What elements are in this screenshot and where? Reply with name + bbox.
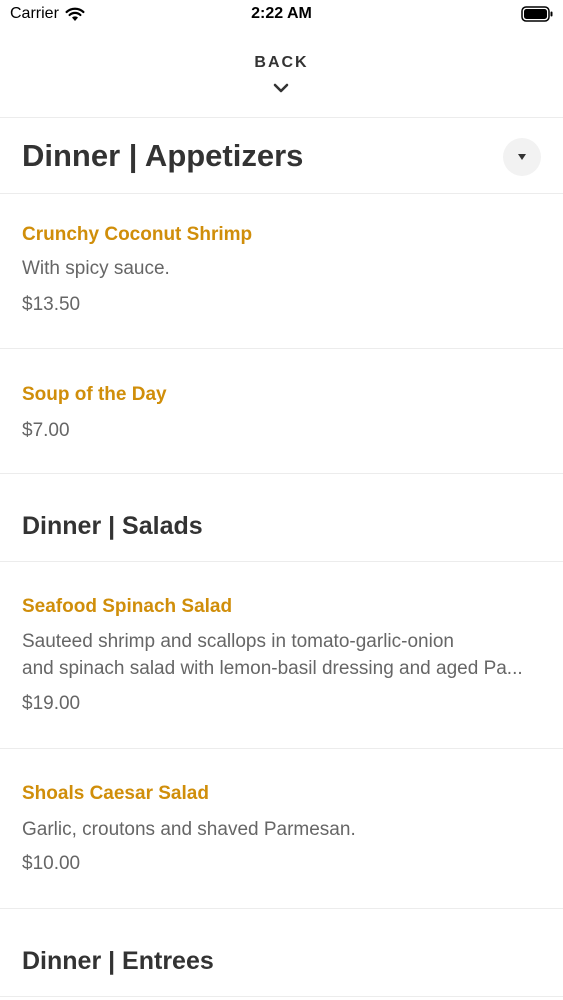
chevron-down-icon — [273, 83, 289, 93]
item-description: Sauteed shrimp and scallops in tomato-ga… — [22, 628, 542, 682]
item-name: Seafood Spinach Salad — [22, 596, 233, 617]
clock: 2:22 AM — [251, 5, 312, 22]
item-name: Soup of the Day — [22, 384, 167, 405]
item-description-line: and spinach salad with lemon-basil dress… — [22, 658, 523, 679]
section-dropdown-button[interactable] — [503, 138, 541, 176]
item-description: With spicy sauce. — [22, 255, 542, 282]
item-description-line: Garlic, croutons and shaved Parmesan. — [22, 819, 356, 840]
section-title: Dinner | Appetizers — [22, 138, 304, 173]
section-title: Dinner | Salads — [22, 512, 203, 540]
item-price: $19.00 — [22, 693, 81, 714]
back-button[interactable]: BACK — [0, 30, 563, 118]
section-header-appetizers: Dinner | Appetizers — [0, 118, 563, 194]
section-header-salads: Dinner | Salads — [0, 474, 563, 562]
menu-item[interactable]: Soup of the Day $7.00 — [0, 349, 563, 474]
item-name: Crunchy Coconut Shrimp — [22, 224, 253, 245]
section-header-entrees: Dinner | Entrees — [0, 909, 563, 997]
caret-down-icon — [518, 154, 526, 160]
menu-item[interactable]: Shoals Caesar Salad Garlic, croutons and… — [0, 749, 563, 909]
status-bar: Carrier 2:22 AM — [0, 0, 563, 30]
menu-item[interactable]: Seafood Spinach Salad Sauteed shrimp and… — [0, 562, 563, 749]
item-price: $7.00 — [22, 420, 70, 441]
item-name: Shoals Caesar Salad — [22, 783, 209, 804]
back-label: BACK — [254, 54, 309, 71]
section-title: Dinner | Entrees — [22, 947, 214, 975]
menu-item[interactable]: Crunchy Coconut Shrimp With spicy sauce.… — [0, 194, 563, 349]
item-price: $13.50 — [22, 294, 81, 315]
battery-icon — [521, 6, 553, 22]
item-description-line: With spicy sauce. — [22, 258, 170, 279]
item-price: $10.00 — [22, 853, 81, 874]
item-description-line: Sauteed shrimp and scallops in tomato-ga… — [22, 631, 454, 652]
item-description: Garlic, croutons and shaved Parmesan. — [22, 816, 542, 843]
